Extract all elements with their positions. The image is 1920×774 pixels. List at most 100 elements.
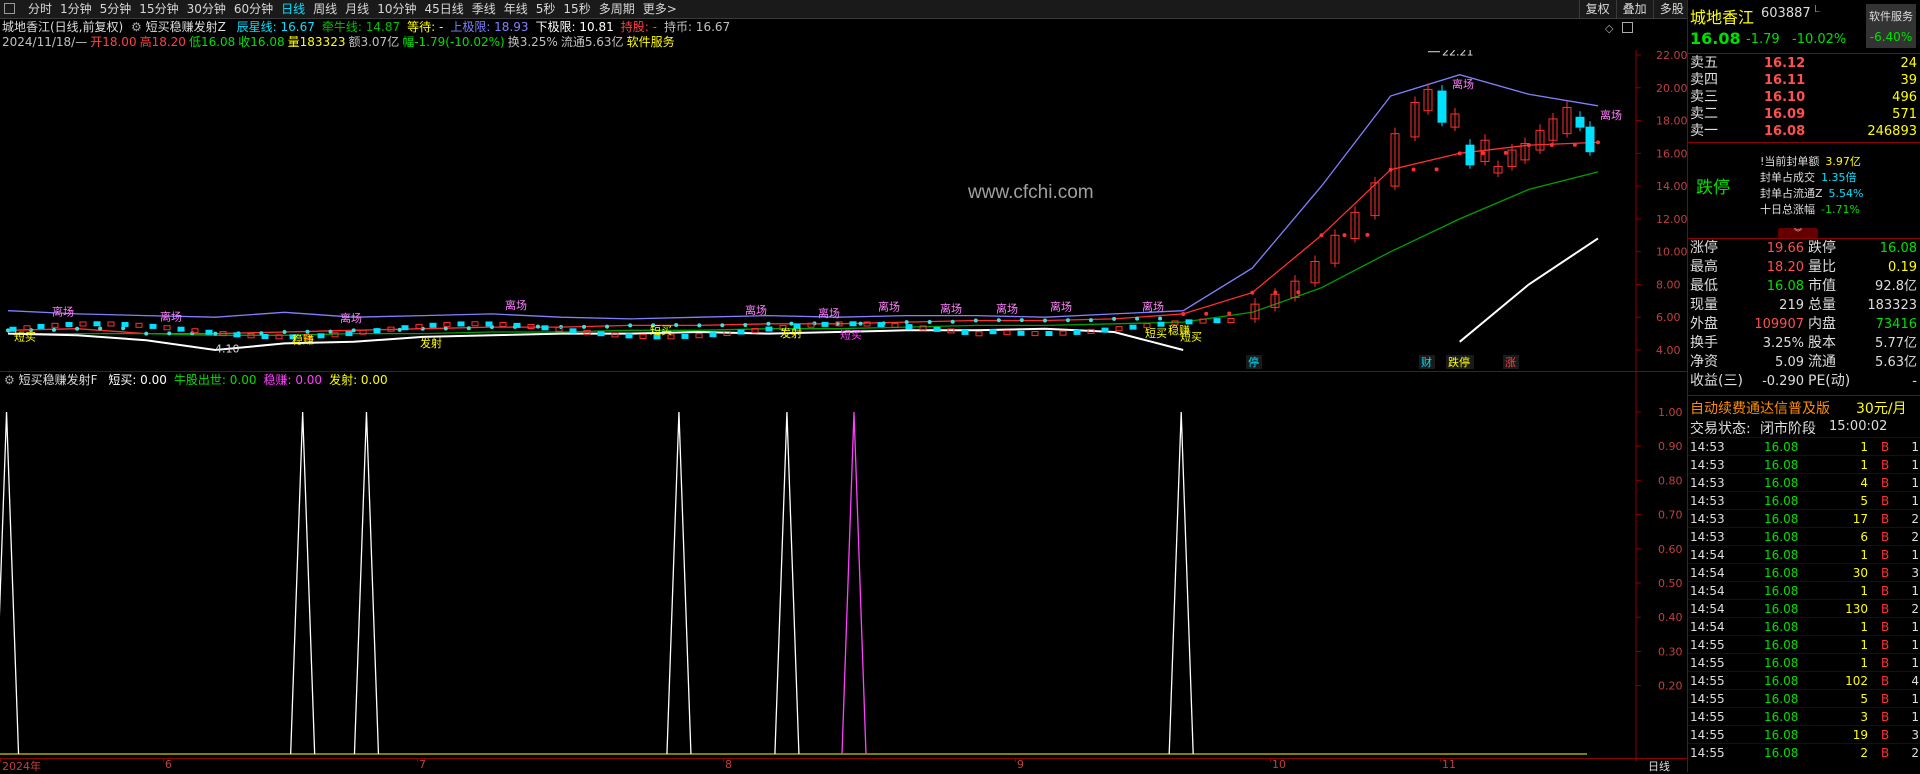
period-tab-5[interactable]: 60分钟 — [230, 0, 277, 18]
ask-row[interactable]: 卖二 16.09 571 — [1688, 106, 1920, 123]
y-tick-label: 22.00 — [1656, 50, 1687, 62]
tick-row[interactable]: 14:53 16.08 17 B 2 — [1688, 509, 1920, 528]
toolbar-button-2[interactable]: 多股 — [1652, 0, 1690, 18]
period-tab-16[interactable]: 更多> — [639, 0, 681, 18]
tick-row[interactable]: 14:54 16.08 1 B 1 — [1688, 581, 1920, 600]
period-tab-12[interactable]: 年线 — [500, 0, 532, 18]
tick-side: B — [1881, 512, 1890, 526]
sub-indicator-chart[interactable]: 1.00 0.90 0.80 0.70 0.60 0.50 0.40 0.30 0.20 — [0, 372, 1687, 762]
seal-value: 5.54% — [1828, 187, 1864, 200]
signal-dot — [1065, 318, 1070, 323]
ask-label: 卖四 — [1690, 72, 1718, 88]
limit-state: 跌停 — [1696, 178, 1730, 198]
signal-spike-短买 — [353, 411, 380, 755]
tick-row[interactable]: 14:53 16.08 4 B 1 — [1688, 473, 1920, 492]
tick-row[interactable]: 14:55 16.08 3 B 1 — [1688, 707, 1920, 726]
ask-row[interactable]: 卖五 16.12 24 — [1688, 55, 1920, 72]
tick-volume: 19 — [1852, 728, 1868, 742]
tick-volume: 17 — [1852, 512, 1868, 526]
period-tab-14[interactable]: 15秒 — [559, 0, 594, 18]
tick-row[interactable]: 14:53 16.08 6 B 2 — [1688, 527, 1920, 546]
tick-time: 14:55 — [1690, 746, 1725, 760]
period-tab-0[interactable]: 分时 — [24, 0, 56, 18]
ask-row[interactable]: 卖四 16.11 39 — [1688, 72, 1920, 89]
tick-row[interactable]: 14:55 16.08 5 B 1 — [1688, 689, 1920, 708]
signal-dot — [1365, 232, 1370, 237]
period-tab-10[interactable]: 45日线 — [420, 0, 467, 18]
candle-body — [443, 321, 451, 327]
period-tab-15[interactable]: 多周期 — [595, 0, 639, 18]
signal-dot — [443, 326, 448, 331]
candle-body — [457, 321, 465, 327]
period-tab-6[interactable]: 日线 — [277, 0, 309, 18]
tick-row[interactable]: 14:55 16.08 2 B 2 — [1688, 743, 1920, 762]
sector-button[interactable]: 软件服务 -6.40% — [1866, 4, 1916, 48]
tick-row[interactable]: 14:54 16.08 1 B 1 — [1688, 617, 1920, 636]
tick-row[interactable]: 14:54 16.08 30 B 3 — [1688, 563, 1920, 582]
tick-price: 16.08 — [1764, 458, 1799, 472]
period-tab-9[interactable]: 10分钟 — [373, 0, 420, 18]
quote-line: 2024/11/18/— 开18.00 高18.20 低16.08 收16.08 量183… — [2, 35, 678, 50]
tick-volume: 4 — [1860, 476, 1868, 490]
tick-row[interactable]: 14:55 16.08 19 B 3 — [1688, 725, 1920, 744]
tick-volume: 30 — [1852, 566, 1868, 580]
menu-icon[interactable] — [4, 3, 15, 14]
tick-row[interactable]: 14:54 16.08 1 B 1 — [1688, 545, 1920, 564]
price-change-pct: -10.02% — [1792, 32, 1847, 47]
tick-count: 1 — [1911, 638, 1919, 652]
period-tab-2[interactable]: 5分钟 — [96, 0, 136, 18]
period-tab-11[interactable]: 季线 — [468, 0, 500, 18]
period-tab-8[interactable]: 月线 — [341, 0, 373, 18]
tick-row[interactable]: 14:53 16.08 5 B 1 — [1688, 491, 1920, 510]
maximize-icon[interactable] — [1622, 22, 1633, 33]
indicator-name[interactable]: 短买稳赚发射Z — [146, 20, 226, 34]
tick-row[interactable]: 14:55 16.08 1 B 1 — [1688, 653, 1920, 672]
exit-tag: 离场 — [1050, 300, 1072, 314]
period-tab-7[interactable]: 周线 — [309, 0, 341, 18]
ask-row[interactable]: 卖三 16.10 496 — [1688, 89, 1920, 106]
period-tab-1[interactable]: 1分钟 — [56, 0, 96, 18]
collapse-icon[interactable]: ◇ — [1605, 22, 1613, 35]
tick-row[interactable]: 14:54 16.08 130 B 2 — [1688, 599, 1920, 618]
indicator-gear-icon[interactable]: ⚙ — [131, 20, 142, 34]
ask-price: 16.12 — [1764, 56, 1806, 71]
period-tab-4[interactable]: 30分钟 — [183, 0, 230, 18]
candle-body — [51, 322, 59, 328]
signal-dot — [1088, 318, 1093, 323]
event-badge-label: 停 — [1248, 355, 1259, 369]
tick-price: 16.08 — [1764, 602, 1799, 616]
tick-row[interactable]: 14:55 16.08 102 B 4 — [1688, 671, 1920, 690]
tick-count: 1 — [1911, 710, 1919, 724]
x-tick-label: 7 — [419, 758, 426, 771]
x-tick-label: 8 — [725, 758, 732, 771]
y-tick-label: 10.00 — [1656, 246, 1687, 259]
tick-time: 14:55 — [1690, 692, 1725, 706]
signal-dot — [766, 321, 771, 326]
period-tab-3[interactable]: 15分钟 — [135, 0, 182, 18]
signal-dot — [1019, 318, 1024, 323]
period-tab-13[interactable]: 5秒 — [532, 0, 560, 18]
toolbar-button-0[interactable]: 复权 — [1578, 0, 1616, 18]
ask-volume: 496 — [1892, 90, 1917, 105]
expand-chevron-icon[interactable]: ︾ — [1778, 228, 1818, 238]
quote-field-7: 幅-1.79(-10.02%) — [402, 35, 505, 49]
tick-row[interactable]: 14:53 16.08 1 B 1 — [1688, 437, 1920, 456]
quote-field-6: 额3.07亿 — [348, 35, 400, 49]
toolbar-button-1[interactable]: 叠加 — [1615, 0, 1653, 18]
tick-volume: 1 — [1860, 620, 1868, 634]
divider — [1688, 238, 1920, 239]
stat-label: 外盘 — [1690, 316, 1718, 332]
tick-price: 16.08 — [1764, 548, 1799, 562]
tick-row[interactable]: 14:53 16.08 1 B 1 — [1688, 455, 1920, 474]
tick-row[interactable]: 14:55 16.08 1 B 1 — [1688, 635, 1920, 654]
main-price-chart[interactable]: 22.00 20.00 18.00 16.00 14.00 12.00 10.00 8.00 6… — [0, 50, 1687, 372]
candle-body — [79, 321, 87, 327]
ask-row[interactable]: 卖一 16.08 246893 — [1688, 123, 1920, 140]
y-tick-label: 18.00 — [1656, 115, 1687, 128]
tick-count: 1 — [1911, 548, 1919, 562]
stat-value: 16.08 — [1766, 279, 1804, 294]
quote-field-8: 换3.25% — [507, 35, 558, 49]
promo-text[interactable]: 自动续费通达信普及版 — [1690, 398, 1830, 418]
indicator-value-6: 持币: 16.67 — [663, 20, 731, 34]
promo-price[interactable]: 30元/月 — [1856, 398, 1907, 418]
